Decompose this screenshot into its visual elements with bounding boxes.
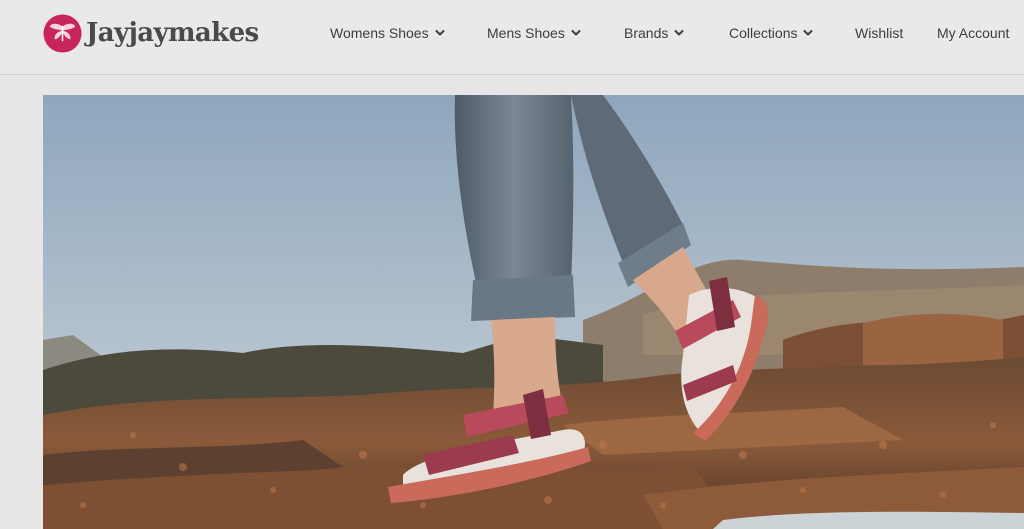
nav-label: Mens Shoes [487,25,565,41]
nav-label: Wishlist [855,25,904,41]
nav-my-account[interactable]: My Account [937,22,1009,44]
nav-label: Collections [729,25,798,41]
left-gutter [0,76,43,529]
chevron-down-icon [674,30,684,36]
chevron-down-icon [571,30,581,36]
hero-banner[interactable] [43,95,1024,529]
nav-womens-shoes[interactable]: Womens Shoes [330,22,445,44]
nav-brands[interactable]: Brands [624,22,684,44]
nav-label: Brands [624,25,669,41]
chevron-down-icon [435,30,445,36]
main-navigation: Womens Shoes Mens Shoes Brands Collectio… [0,22,1024,44]
nav-wishlist[interactable]: Wishlist [855,22,903,44]
site-header: Jayjaymakes Womens Shoes Mens Shoes Bran… [0,0,1024,75]
hero-sandals-photo [43,95,1024,529]
chevron-down-icon [803,30,813,36]
nav-collections[interactable]: Collections [729,22,813,44]
nav-mens-shoes[interactable]: Mens Shoes [487,22,581,44]
nav-label: My Account [937,25,1010,41]
nav-label: Womens Shoes [330,25,429,41]
